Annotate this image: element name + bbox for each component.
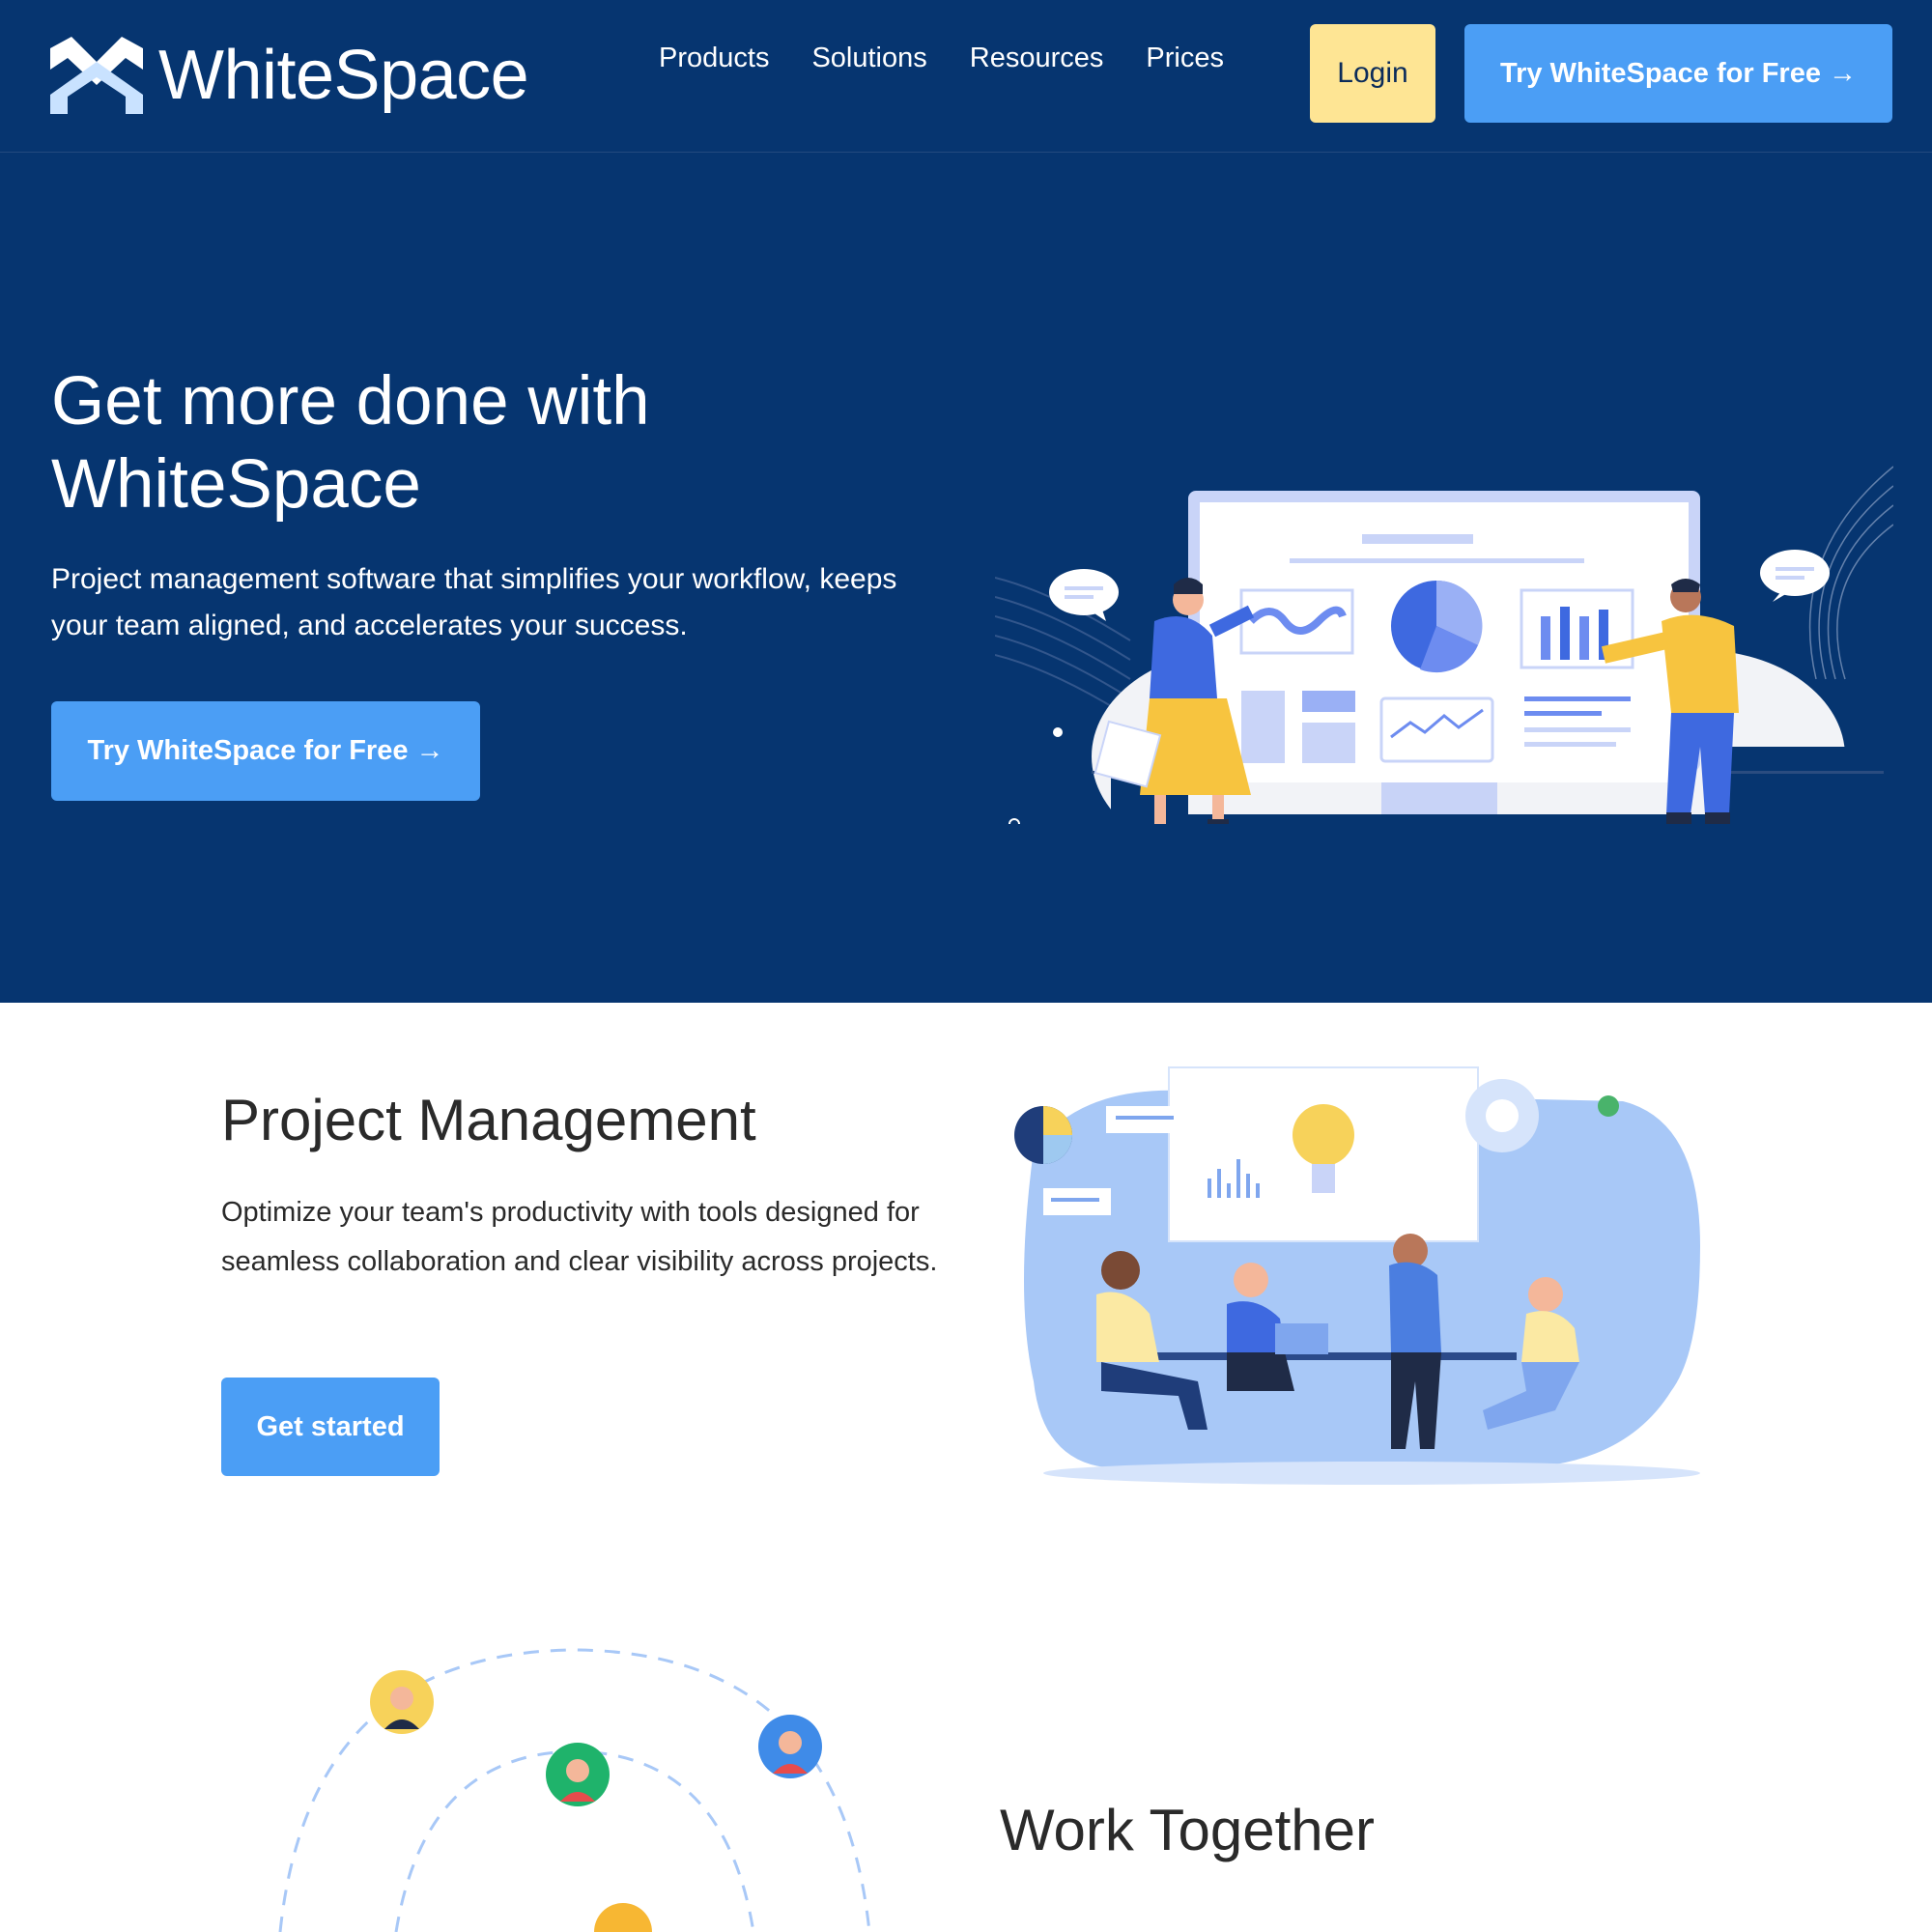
hero-subtitle: Project management software that simplif… xyxy=(51,563,897,641)
avatar-green xyxy=(546,1743,610,1806)
team-dashboard-illustration xyxy=(995,466,1893,824)
nav-item-solutions[interactable]: Solutions xyxy=(811,43,926,74)
nav-item-products[interactable]: Products xyxy=(659,43,769,74)
logo-mark-icon xyxy=(50,37,143,114)
main-nav: Products Solutions Resources Prices xyxy=(659,43,1266,74)
work-together-title: Work Together xyxy=(1000,1798,1375,1862)
project-management-title: Project Management xyxy=(221,1088,756,1152)
team-meeting-illustration xyxy=(1014,1066,1700,1485)
avatar-orange xyxy=(594,1903,652,1932)
project-management-text: Optimize your team's productivity with t… xyxy=(221,1197,938,1277)
logo[interactable]: WhiteSpace xyxy=(50,37,529,114)
logo-text: WhiteSpace xyxy=(158,37,529,114)
hero-try-free-button[interactable]: Try WhiteSpace for Free → xyxy=(51,701,480,801)
site-header: WhiteSpace Products Solutions Resources … xyxy=(0,0,1932,153)
hero-title: Get more done with WhiteSpace xyxy=(51,363,650,523)
avatar-blue xyxy=(758,1715,822,1778)
header-try-free-button[interactable]: Try WhiteSpace for Free → xyxy=(1464,24,1892,123)
nav-item-prices[interactable]: Prices xyxy=(1146,43,1224,74)
hero-section: Get more done with WhiteSpace Project ma… xyxy=(0,153,1932,1003)
avatar-yellow xyxy=(370,1670,434,1734)
get-started-button[interactable]: Get started xyxy=(221,1378,440,1476)
orbit-avatars-illustration xyxy=(278,1648,871,1932)
nav-item-resources[interactable]: Resources xyxy=(970,43,1104,74)
login-button[interactable]: Login xyxy=(1310,24,1435,123)
